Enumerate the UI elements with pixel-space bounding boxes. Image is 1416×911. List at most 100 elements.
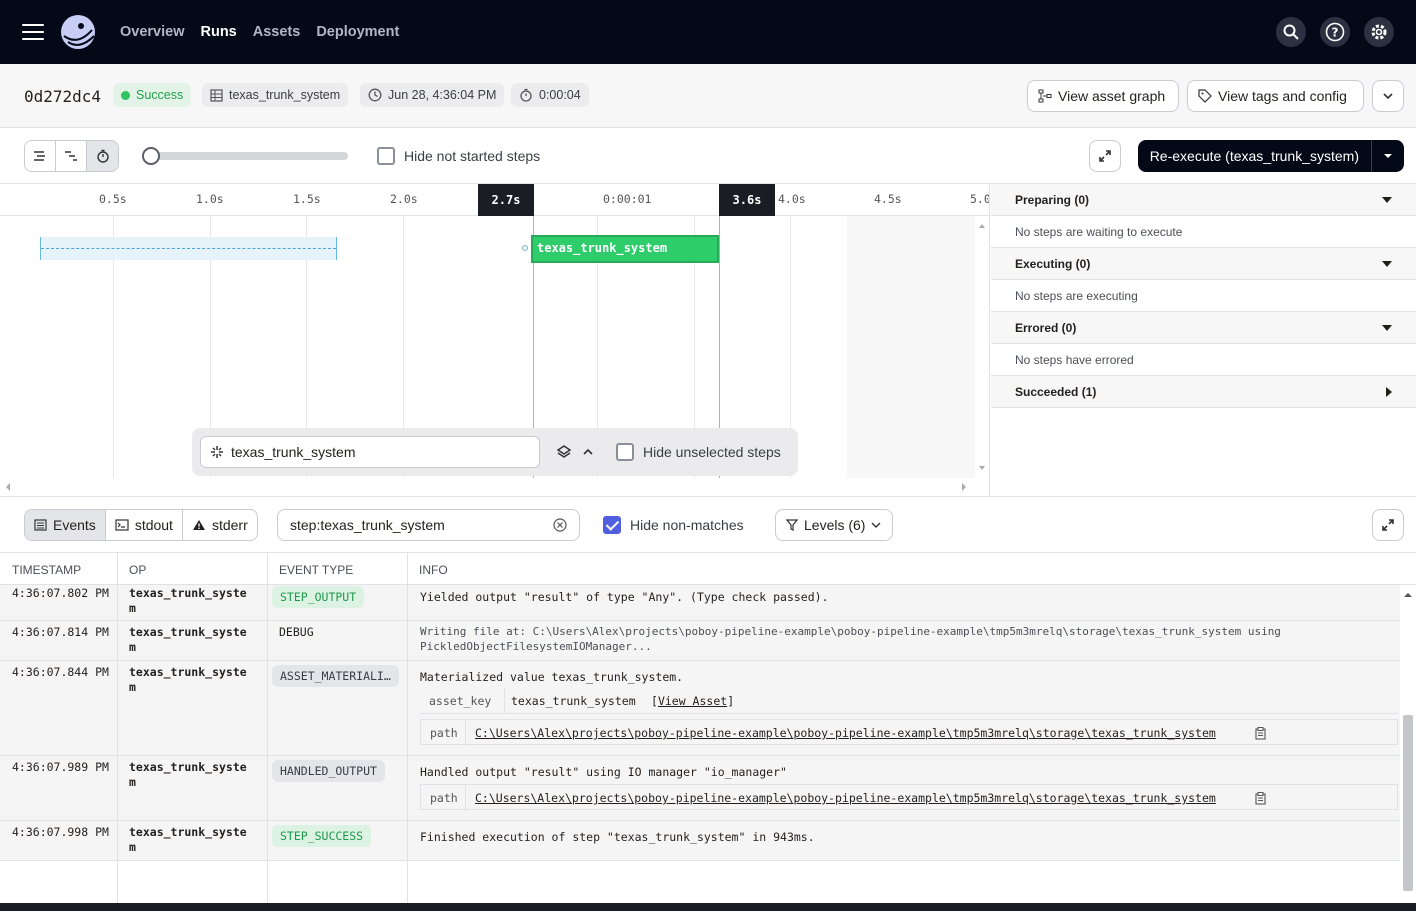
- duration-tag: 0:00:04: [511, 83, 589, 107]
- success-dot-icon: [121, 90, 130, 100]
- expand-icon: [1099, 150, 1111, 162]
- section-preparing[interactable]: Preparing (0): [991, 184, 1416, 216]
- flat-view-icon[interactable]: [25, 141, 56, 171]
- metadata-key: asset_key: [429, 694, 492, 708]
- event-log-table: TIMESTAMP OP EVENT TYPE INFO 4:36:07.802…: [0, 553, 1416, 903]
- levels-dropdown[interactable]: Levels (6): [775, 509, 893, 541]
- nav-runs[interactable]: Runs: [201, 24, 237, 40]
- duration: 0:00:04: [539, 88, 581, 102]
- table-row[interactable]: 4:36:07.814 PM texas_trunk_syste m DEBUG…: [0, 621, 1400, 661]
- hide-non-matches-toggle[interactable]: Hide non-matches: [603, 516, 744, 534]
- timer-view-icon[interactable]: [87, 141, 118, 171]
- table-row[interactable]: 4:36:07.844 PM texas_trunk_syste m ASSET…: [0, 661, 1400, 756]
- help-icon[interactable]: ?: [1320, 17, 1350, 47]
- tick-label: 5.0: [970, 192, 990, 206]
- metadata-row: path C:\Users\Alex\projects\poboy-pipeli…: [420, 719, 1398, 746]
- view-tags-config-button[interactable]: View tags and config: [1187, 80, 1364, 112]
- tab-stderr[interactable]: stderr: [183, 510, 257, 540]
- reexecute-button[interactable]: Re-execute (texas_trunk_system): [1137, 140, 1404, 172]
- vertical-scrollbar[interactable]: [975, 216, 989, 478]
- caret-down-icon: [1382, 260, 1392, 267]
- row-op: m: [129, 840, 136, 854]
- tick-label: 0.5s: [99, 192, 127, 206]
- nav-overview[interactable]: Overview: [120, 24, 185, 40]
- log-filter-input[interactable]: step:texas_trunk_system: [277, 509, 580, 541]
- layers-icon[interactable]: [556, 444, 572, 460]
- search-icon[interactable]: [1276, 17, 1306, 47]
- chevron-up-icon[interactable]: [582, 447, 594, 457]
- menu-icon[interactable]: [22, 24, 44, 40]
- step-status-panel: Preparing (0) No steps are waiting to ex…: [991, 184, 1416, 496]
- zoom-slider[interactable]: [142, 147, 348, 165]
- row-op: m: [129, 640, 136, 654]
- expand-button[interactable]: [1089, 140, 1121, 172]
- bottom-edge: [0, 903, 1416, 911]
- row-info: Yielded output "result" of type "Any". (…: [420, 590, 829, 604]
- path-link[interactable]: C:\Users\Alex\projects\poboy-pipeline-ex…: [475, 791, 1216, 805]
- view-asset-graph-button[interactable]: View asset graph: [1027, 80, 1179, 112]
- event-type-badge: STEP_OUTPUT: [272, 586, 365, 608]
- waterfall-view-icon[interactable]: [56, 141, 87, 171]
- job-tag[interactable]: texas_trunk_system: [202, 83, 349, 107]
- tick-label: 1.0s: [196, 192, 224, 206]
- log-scrollbar[interactable]: [1400, 585, 1416, 903]
- more-actions-button[interactable]: [1372, 80, 1404, 112]
- metadata-row: asset_key texas_trunk_system [View Asset…: [420, 688, 1398, 714]
- zoom-slider-handle[interactable]: [142, 147, 160, 165]
- tick-label: 4.5s: [874, 192, 902, 206]
- log-scrollbar-thumb[interactable]: [1403, 715, 1413, 891]
- row-info: Handled output "result" using IO manager…: [420, 765, 787, 779]
- row-info: Finished execution of step "texas_trunk_…: [420, 830, 815, 844]
- table-row[interactable]: 4:36:07.989 PM texas_trunk_syste m HANDL…: [0, 756, 1400, 821]
- step-box[interactable]: texas_trunk_system: [531, 235, 719, 263]
- future-area: [847, 216, 975, 478]
- tab-stdout[interactable]: stdout: [106, 510, 183, 540]
- hide-non-matches-label: Hide non-matches: [630, 517, 744, 533]
- graph-icon: [1038, 89, 1052, 103]
- section-succeeded[interactable]: Succeeded (1): [991, 376, 1416, 408]
- copy-icon[interactable]: [1255, 727, 1266, 740]
- gantt-toolbar: Hide not started steps Re-execute (texas…: [0, 128, 1416, 184]
- horizontal-scrollbar[interactable]: [0, 478, 975, 496]
- path-link[interactable]: C:\Users\Alex\projects\poboy-pipeline-ex…: [475, 726, 1216, 740]
- empty-area: [0, 861, 1400, 903]
- metadata-row: path C:\Users\Alex\projects\poboy-pipeli…: [420, 784, 1398, 811]
- expand-logs-button[interactable]: [1372, 509, 1404, 541]
- timer-icon: [520, 88, 532, 102]
- section-executing[interactable]: Executing (0): [991, 248, 1416, 280]
- view-asset-link[interactable]: View Asset: [658, 694, 727, 708]
- reexecute-label[interactable]: Re-execute (texas_trunk_system): [1138, 140, 1372, 172]
- nav-deployment[interactable]: Deployment: [316, 24, 399, 40]
- step-filter-value: texas_trunk_system: [231, 444, 356, 460]
- run-header: 0d272dc4 Success texas_trunk_system Jun …: [0, 64, 1416, 128]
- expand-icon: [1382, 519, 1394, 531]
- section-errored[interactable]: Errored (0): [991, 312, 1416, 344]
- hide-unselected-toggle[interactable]: Hide unselected steps: [616, 443, 781, 461]
- log-filter-value: step:texas_trunk_system: [290, 517, 445, 533]
- start-time-tag: Jun 28, 4:36:04 PM: [360, 83, 505, 107]
- dagster-logo-icon[interactable]: [58, 12, 98, 52]
- run-id: 0d272dc4: [24, 87, 102, 106]
- settings-gear-icon[interactable]: [1364, 17, 1394, 47]
- tab-label: Events: [53, 517, 96, 533]
- reexecute-dropdown-icon[interactable]: [1372, 153, 1404, 159]
- table-row[interactable]: 4:36:07.998 PM texas_trunk_syste m STEP_…: [0, 821, 1400, 861]
- hide-unselected-checkbox[interactable]: [616, 443, 634, 461]
- hide-non-matches-checkbox[interactable]: [603, 516, 621, 534]
- column-header: TIMESTAMP: [12, 563, 82, 577]
- step-filter-input[interactable]: texas_trunk_system: [200, 436, 540, 468]
- copy-icon[interactable]: [1255, 792, 1266, 805]
- clock-icon: [368, 88, 382, 102]
- nav-assets[interactable]: Assets: [253, 24, 301, 40]
- step-filter-panel: texas_trunk_system Hide unselected steps: [192, 428, 798, 476]
- hide-not-started-toggle[interactable]: Hide not started steps: [377, 147, 540, 165]
- selection-end-marker: 3.6s: [719, 184, 775, 216]
- tab-events[interactable]: Events: [25, 510, 106, 540]
- view-mode-toggle: [24, 140, 119, 172]
- hide-not-started-checkbox[interactable]: [377, 147, 395, 165]
- column-header: OP: [129, 563, 147, 577]
- gantt-chart: 0.5s 1.0s 1.5s 2.0s 0:00:01 4.0s 4.5s 5.…: [0, 184, 990, 496]
- clear-icon[interactable]: [553, 518, 567, 532]
- tick-label: 2.0s: [390, 192, 418, 206]
- table-row[interactable]: 4:36:07.802 PM texas_trunk_syste m STEP_…: [0, 585, 1400, 621]
